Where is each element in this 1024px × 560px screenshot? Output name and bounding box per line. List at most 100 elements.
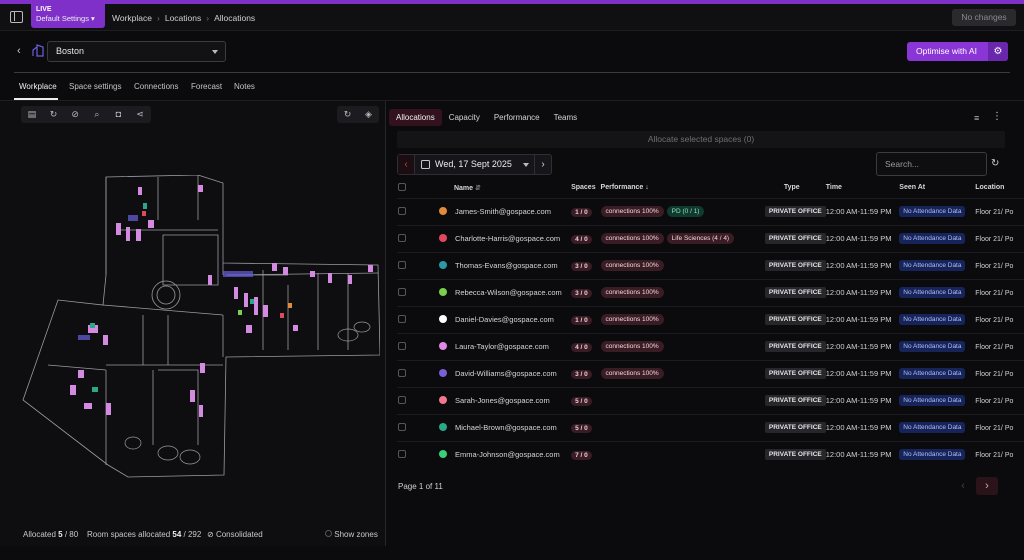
floor-plan[interactable] <box>18 175 380 480</box>
check-circle-icon[interactable]: ⊘ <box>64 106 86 123</box>
type-badge: PRIVATE OFFICE <box>764 395 826 406</box>
previous-day-button[interactable]: ‹ <box>398 155 415 174</box>
more-options-icon[interactable]: ⋮ <box>992 111 1002 122</box>
table-row[interactable]: Rebecca-Wilson@gospace.com 3 / 0 connectio… <box>397 278 1024 306</box>
rotate-icon[interactable]: ↻ <box>43 106 65 123</box>
optimise-with-ai-button[interactable]: Optimise with AI ⚙ <box>907 42 1008 61</box>
column-seen-at[interactable]: Seen At <box>899 184 925 191</box>
row-checkbox[interactable] <box>398 233 406 242</box>
check-circle-icon: ⊘ <box>207 530 214 539</box>
breadcrumb-workplace[interactable]: Workplace <box>112 13 152 23</box>
row-checkbox[interactable] <box>398 422 406 431</box>
person-email[interactable]: Charlotte-Harris@gospace.com <box>447 234 560 243</box>
share-icon[interactable]: ⋖ <box>129 106 151 123</box>
person-email[interactable]: Emma-Johnson@gospace.com <box>447 450 560 459</box>
type-badge: PRIVATE OFFICE <box>764 368 826 379</box>
performance-badge: connections 100% <box>600 233 664 244</box>
search-icon[interactable]: ⌕ <box>86 106 108 123</box>
chevron-down-icon[interactable] <box>523 163 529 167</box>
row-checkbox[interactable] <box>398 314 406 323</box>
row-checkbox[interactable] <box>398 449 406 458</box>
refresh-icon[interactable]: ↻ <box>991 158 999 169</box>
table-row[interactable]: James-Smith@gospace.com 1 / 0 connections … <box>397 197 1024 225</box>
location-text: Floor 21/ Po <box>975 425 1014 432</box>
room-label: Room spaces allocated <box>87 530 171 539</box>
selected-date[interactable]: Wed, 17 Sept 2025 <box>435 159 512 169</box>
table-header-row: Name ⇵ Spaces Performance ↓ Type Time Se… <box>397 178 1024 198</box>
table-row[interactable]: Emma-Johnson@gospace.com 7 / 0 PRIVATE OFF… <box>397 440 1024 468</box>
next-day-button[interactable]: › <box>534 155 551 174</box>
column-type[interactable]: Type <box>784 184 800 191</box>
no-changes-button[interactable]: No changes <box>952 9 1016 26</box>
search-input[interactable]: Search... <box>876 152 987 176</box>
seen-at-badge: No Attendance Data <box>899 206 966 217</box>
tab-connections[interactable]: Connections <box>134 82 178 91</box>
subtab-performance[interactable]: Performance <box>487 109 547 126</box>
table-row[interactable]: Michael-Brown@gospace.com 5 / 0 PRIVATE OF… <box>397 413 1024 441</box>
optimise-label: Optimise with AI <box>916 46 977 56</box>
location-select[interactable]: Boston <box>47 41 226 62</box>
seen-at-badge: No Attendance Data <box>899 395 966 406</box>
show-zones-toggle[interactable]: Show zones <box>324 530 378 539</box>
allocated-spaces <box>70 185 373 417</box>
person-email[interactable]: Thomas-Evans@gospace.com <box>447 261 558 270</box>
tab-forecast[interactable]: Forecast <box>191 82 222 91</box>
column-performance[interactable]: Performance <box>601 184 644 191</box>
person-email[interactable]: Laura-Taylor@gospace.com <box>447 342 549 351</box>
camera-icon[interactable]: ◘ <box>108 106 130 123</box>
time-range: 12:00 AM-11:59 PM <box>825 261 892 270</box>
row-checkbox[interactable] <box>398 395 406 404</box>
person-email[interactable]: James-Smith@gospace.com <box>447 207 551 216</box>
row-checkbox[interactable] <box>398 287 406 296</box>
seen-at-badge: No Attendance Data <box>899 368 966 379</box>
column-time[interactable]: Time <box>826 184 842 191</box>
tab-notes[interactable]: Notes <box>234 82 255 91</box>
chevron-right-icon: › <box>157 13 160 23</box>
page-indicator: Page 1 of 11 <box>398 482 443 491</box>
environment-switcher[interactable]: LIVE Default Settings ▾ <box>31 4 105 28</box>
sidebar-toggle-icon[interactable] <box>10 11 23 23</box>
table-row[interactable]: David-Williams@gospace.com 3 / 0 connectio… <box>397 359 1024 387</box>
table-row[interactable]: Sarah-Jones@gospace.com 5 / 0 PRIVATE OFFI… <box>397 386 1024 414</box>
back-arrow-icon[interactable]: ‹ <box>17 45 21 57</box>
room-total: / 292 <box>183 530 202 539</box>
column-spaces[interactable]: Spaces <box>571 184 596 191</box>
stack-icon[interactable]: ◈ <box>358 106 379 123</box>
type-badge: PRIVATE OFFICE <box>764 233 826 244</box>
filter-icon[interactable]: ≡ <box>974 113 979 123</box>
spaces-badge: 1 / 0 <box>571 207 592 217</box>
subtab-capacity[interactable]: Capacity <box>442 109 487 126</box>
tab-workplace[interactable]: Workplace <box>19 82 57 91</box>
person-email[interactable]: Sarah-Jones@gospace.com <box>447 396 550 405</box>
table-row[interactable]: Laura-Taylor@gospace.com 4 / 0 connections… <box>397 332 1024 360</box>
subtab-allocations[interactable]: Allocations <box>389 109 442 126</box>
allocate-selected-button[interactable]: Allocate selected spaces (0) <box>397 131 1005 148</box>
select-all-checkbox[interactable] <box>398 182 406 191</box>
row-checkbox[interactable] <box>398 368 406 377</box>
layers-table-icon[interactable]: ▤ <box>21 106 43 123</box>
next-page-button[interactable]: › <box>976 477 998 495</box>
table-row[interactable]: Thomas-Evans@gospace.com 3 / 0 connections… <box>397 251 1024 279</box>
previous-page-button[interactable]: ‹ <box>952 477 974 495</box>
person-email[interactable]: David-Williams@gospace.com <box>447 369 557 378</box>
gear-icon[interactable]: ⚙ <box>988 42 1008 61</box>
column-location[interactable]: Location <box>975 184 1004 191</box>
seen-at-badge: No Attendance Data <box>899 422 966 433</box>
row-checkbox[interactable] <box>398 206 406 215</box>
tab-space-settings[interactable]: Space settings <box>69 82 121 91</box>
person-email[interactable]: Michael-Brown@gospace.com <box>447 423 557 432</box>
type-badge: PRIVATE OFFICE <box>764 206 826 217</box>
team-color-dot <box>438 287 447 296</box>
person-email[interactable]: Daniel-Davies@gospace.com <box>447 315 554 324</box>
row-checkbox[interactable] <box>398 260 406 269</box>
row-checkbox[interactable] <box>398 341 406 350</box>
column-name[interactable]: Name <box>447 185 473 192</box>
person-email[interactable]: Rebecca-Wilson@gospace.com <box>447 288 562 297</box>
show-zones-checkbox[interactable] <box>325 530 332 537</box>
sort-icon[interactable]: ⇵ <box>475 185 481 192</box>
table-row[interactable]: Daniel-Davies@gospace.com 1 / 0 connection… <box>397 305 1024 333</box>
refresh-icon[interactable]: ↻ <box>337 106 358 123</box>
breadcrumb-locations[interactable]: Locations <box>165 13 201 23</box>
subtab-teams[interactable]: Teams <box>547 109 585 126</box>
table-row[interactable]: Charlotte-Harris@gospace.com 4 / 0 connect… <box>397 224 1024 252</box>
